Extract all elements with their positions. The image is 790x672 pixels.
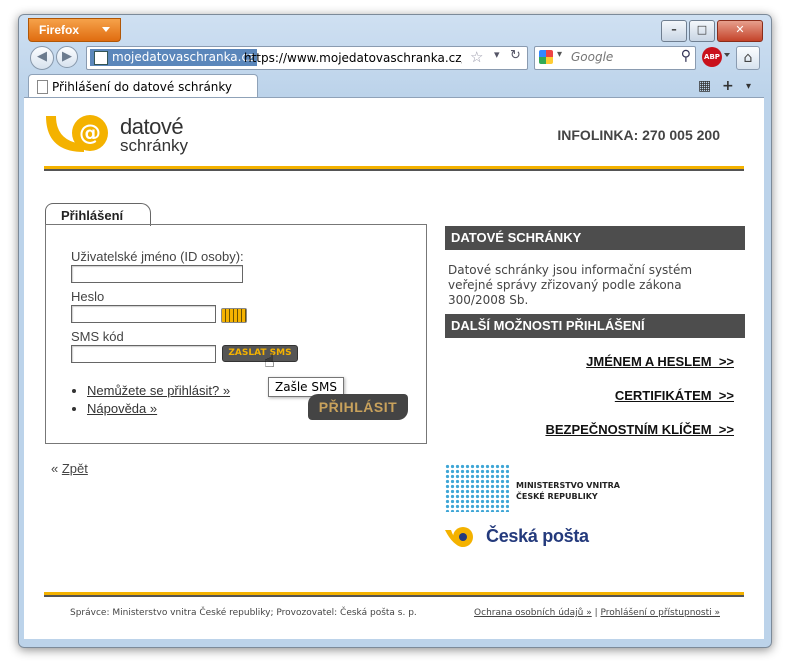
forward-button[interactable]: ▶ xyxy=(56,46,78,68)
ceska-posta-logo-icon xyxy=(445,527,473,547)
search-engine-dropdown-icon[interactable]: ▾ xyxy=(557,49,562,60)
adblock-dropdown-icon[interactable] xyxy=(724,53,730,57)
ministry-line1: MINISTERSTVO VNITRA xyxy=(516,481,620,490)
other-login-header: DALŠÍ MOŽNOSTI PŘIHLÁŠENÍ xyxy=(445,314,745,338)
back-prefix: « xyxy=(51,461,62,476)
site-identity-button[interactable]: mojedatovaschranka.cz xyxy=(90,49,258,66)
tab-list-icon[interactable]: ▾ xyxy=(746,81,751,92)
ministry-logo-text: MINISTERSTVO VNITRA ČESKÉ REPUBLIKY xyxy=(516,480,620,502)
forward-arrow-icon: ▶ xyxy=(62,49,72,64)
hand-cursor-icon: ☝ xyxy=(264,351,275,372)
data-boxes-description: Datové schránky jsou informační systém v… xyxy=(448,263,693,307)
password-field[interactable] xyxy=(71,305,216,323)
maximize-icon: □ xyxy=(696,23,708,36)
chevron-down-icon xyxy=(102,27,110,32)
new-tab-icon[interactable]: + xyxy=(722,78,734,94)
ministry-of-interior-logo xyxy=(445,464,509,512)
username-field[interactable] xyxy=(71,265,243,283)
login-option-password[interactable]: JMÉNEM A HESLEM >> xyxy=(586,354,734,369)
username-label: Uživatelské jméno (ID osoby): xyxy=(71,249,244,264)
sms-code-label: SMS kód xyxy=(71,329,124,344)
adblock-plus-icon[interactable]: ABP xyxy=(702,47,722,67)
login-tab[interactable]: Přihlášení xyxy=(45,203,151,226)
login-tab-label: Přihlášení xyxy=(61,208,124,223)
search-input[interactable] xyxy=(569,49,673,65)
maximize-button[interactable]: □ xyxy=(689,20,715,42)
bookmark-star-icon[interactable]: ☆ xyxy=(470,48,483,66)
send-sms-button[interactable]: ZASLAT SMS xyxy=(222,345,298,362)
tab-title: Přihlášení do datové schránky xyxy=(52,80,233,94)
virtual-keyboard-icon[interactable] xyxy=(221,308,247,323)
home-icon: ⌂ xyxy=(743,50,753,66)
page-content: @ datové schránky INFOLINKA: 270 005 200… xyxy=(24,97,764,639)
tab-groups-icon[interactable]: ▦ xyxy=(698,78,711,94)
back-nav: « Zpět xyxy=(51,461,88,476)
list-item: Nemůžete se přihlásit? » xyxy=(87,383,230,398)
footer-links: Ochrana osobních údajů » | Prohlášení o … xyxy=(474,608,720,618)
infoline: INFOLINKA: 270 005 200 xyxy=(557,127,720,143)
search-icon[interactable]: ⚲ xyxy=(681,48,691,64)
cant-login-link[interactable]: Nemůžete se přihlásit? » xyxy=(87,383,230,398)
header-gray-divider xyxy=(44,169,744,171)
password-label: Heslo xyxy=(71,289,105,304)
url-text[interactable]: https://www.mojedatovaschranka.cz/as/li xyxy=(244,51,462,65)
accessibility-link[interactable]: Prohlášení o přístupnosti » xyxy=(600,608,720,618)
minimize-button[interactable]: – xyxy=(661,20,687,42)
back-arrow-icon: ◀ xyxy=(37,49,47,64)
back-button[interactable]: ◀ xyxy=(30,46,54,70)
list-item: Nápověda » xyxy=(87,401,230,416)
close-icon: ✕ xyxy=(735,23,745,36)
other-login-title: DALŠÍ MOŽNOSTI PŘIHLÁŠENÍ xyxy=(451,318,645,333)
data-boxes-header: DATOVÉ SCHRÁNKY xyxy=(445,226,745,250)
help-links: Nemůžete se přihlásit? » Nápověda » xyxy=(71,383,230,419)
page-icon xyxy=(37,80,48,94)
site-identity-label: mojedatovaschranka.cz xyxy=(112,50,255,64)
datove-schranky-logo: @ xyxy=(46,115,108,152)
url-dropdown-icon[interactable]: ▾ xyxy=(494,48,500,61)
ceska-posta-name: Česká pošta xyxy=(486,526,589,546)
data-boxes-title: DATOVÉ SCHRÁNKY xyxy=(451,230,582,245)
minimize-icon: – xyxy=(671,23,677,36)
firefox-menu-label: Firefox xyxy=(39,23,80,37)
privacy-link[interactable]: Ochrana osobních údajů » xyxy=(474,608,592,618)
footer-gray-divider xyxy=(44,595,744,597)
logo-line2: schránky xyxy=(120,136,189,155)
login-option-certificate[interactable]: CERTIFIKÁTEM >> xyxy=(615,388,734,403)
help-link[interactable]: Nápověda » xyxy=(87,401,157,416)
close-window-button[interactable]: ✕ xyxy=(717,20,763,42)
back-link[interactable]: Zpět xyxy=(62,461,88,476)
favicon-icon xyxy=(94,51,108,65)
address-bar[interactable]: mojedatovaschranka.cz https://www.mojeda… xyxy=(86,46,528,70)
login-submit-button[interactable]: PŘIHLÁSIT xyxy=(308,394,408,420)
login-option-security-key[interactable]: BEZPEČNOSTNÍM KLÍČEM >> xyxy=(545,422,734,437)
reload-icon[interactable]: ↻ xyxy=(510,48,521,63)
home-button[interactable]: ⌂ xyxy=(736,46,760,70)
browser-tab[interactable]: Přihlášení do datové schránky xyxy=(28,74,258,99)
svg-text:@: @ xyxy=(79,121,101,146)
firefox-menu-button[interactable]: Firefox xyxy=(28,18,121,42)
footer-credits: Správce: Ministerstvo vnitra České repub… xyxy=(70,608,417,618)
ministry-line2: ČESKÉ REPUBLIKY xyxy=(516,492,598,501)
google-icon[interactable] xyxy=(539,50,553,64)
sms-code-field[interactable] xyxy=(71,345,216,363)
search-box[interactable]: ▾ ⚲ xyxy=(534,46,696,70)
